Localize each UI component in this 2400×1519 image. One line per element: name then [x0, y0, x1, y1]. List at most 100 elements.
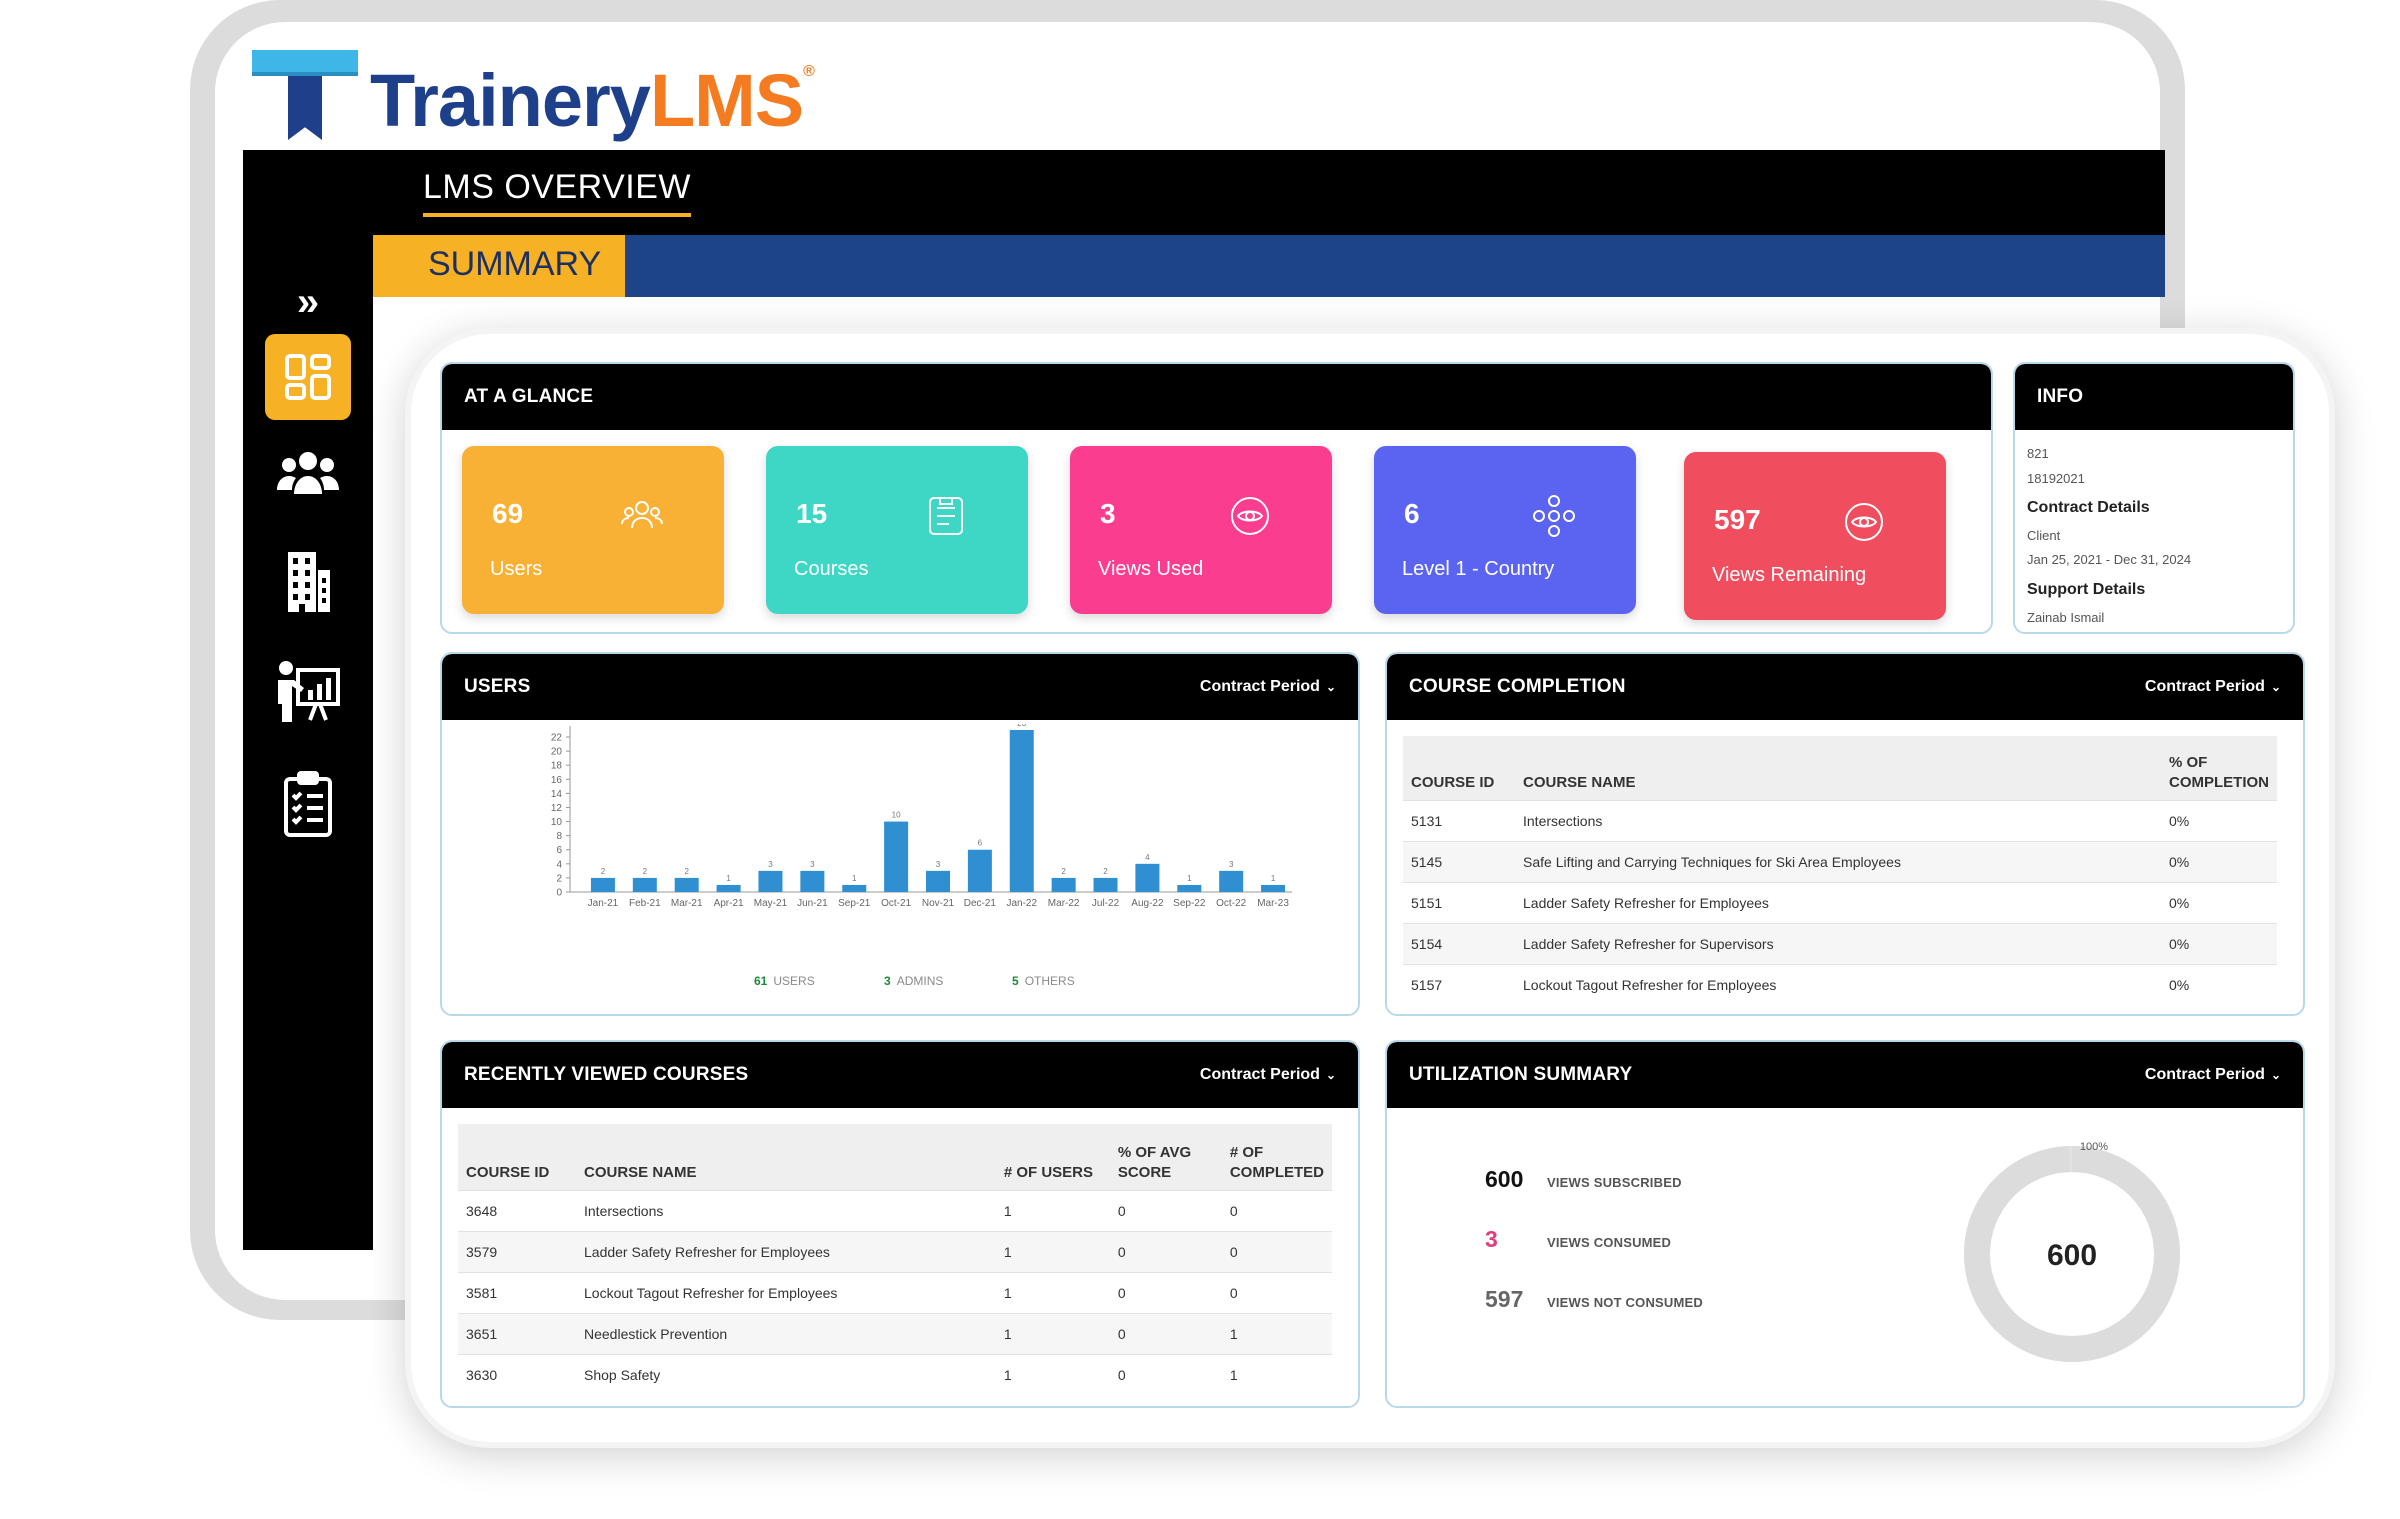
- bar: [632, 877, 657, 892]
- bar-data-label: 6: [978, 839, 983, 848]
- x-tick-label: Oct-21: [881, 898, 911, 909]
- dropdown-label: Contract Period: [1199, 678, 1320, 695]
- sidebar-item-dashboard[interactable]: [243, 334, 373, 420]
- presentation-icon: [278, 661, 340, 722]
- x-tick-label: Jun-21: [797, 898, 828, 909]
- bar-data-label: 2: [1103, 867, 1108, 876]
- cell-completion: 0%: [2161, 922, 2277, 964]
- bar-data-label: 1: [852, 874, 857, 883]
- table-row[interactable]: 5154 Ladder Safety Refresher for Supervis…: [1403, 922, 2277, 964]
- cell-completed: 1: [1221, 1353, 1332, 1395]
- util-label: VIEWS NOT CONSUMED: [1547, 1295, 1703, 1310]
- cell-course-id: 5131: [1403, 799, 1515, 841]
- dropdown-label: Contract Period: [2144, 678, 2265, 695]
- cell-completed: 0: [1221, 1230, 1332, 1272]
- stat-card-views-used[interactable]: 3 Views Used: [1070, 446, 1332, 614]
- column-header: # OF USERS: [995, 1124, 1110, 1190]
- stat-card-views-remaining[interactable]: 597 Views Remaining: [1684, 452, 1946, 620]
- info-title: INFO: [2037, 386, 2084, 407]
- table-row[interactable]: 5145 Safe Lifting and Carrying Techniques…: [1403, 840, 2277, 882]
- y-tick-label: 6: [556, 845, 562, 856]
- cell-users: 1: [995, 1353, 1110, 1395]
- brand-logo: TraineryLMS®: [250, 40, 815, 140]
- table-row[interactable]: 3648 Intersections 1 0 0: [458, 1189, 1332, 1231]
- stat-value: 15: [796, 498, 828, 529]
- brand-wordmark: TraineryLMS®: [370, 64, 815, 138]
- table-row[interactable]: 5151 Ladder Safety Refresher for Employee…: [1403, 881, 2277, 923]
- x-tick-label: Jan-22: [1006, 898, 1037, 909]
- x-tick-label: Aug-22: [1131, 898, 1164, 909]
- bar: [800, 870, 825, 892]
- cell-course-name: Lockout Tagout Refresher for Employees: [576, 1271, 996, 1313]
- cell-course-id: 3651: [458, 1312, 576, 1354]
- stat-card-users[interactable]: 69 Users: [462, 446, 724, 614]
- legend-admins: 3 ADMINS: [884, 974, 943, 988]
- contract-period-dropdown[interactable]: Contract Period ⌄: [2145, 678, 2281, 696]
- building-icon: [288, 552, 330, 612]
- chevron-down-icon: ⌄: [1325, 1068, 1336, 1082]
- cell-course-name: Intersections: [1515, 799, 2161, 841]
- bar: [967, 849, 992, 892]
- bar: [1261, 884, 1286, 892]
- contract-period-dropdown[interactable]: Contract Period ⌄: [1200, 1066, 1336, 1084]
- column-header: COURSE ID: [458, 1124, 576, 1190]
- stat-label: Users: [490, 558, 543, 580]
- util-label: VIEWS SUBSCRIBED: [1547, 1175, 1682, 1190]
- table-row[interactable]: 5131 Intersections 0%: [1403, 799, 2277, 841]
- brand-name-primary: Trainery: [370, 59, 651, 142]
- users-icon: [277, 452, 339, 494]
- cell-completion: 0%: [2161, 881, 2277, 923]
- x-tick-label: Jul-22: [1092, 898, 1120, 909]
- dropdown-label: Contract Period: [1199, 1066, 1320, 1083]
- sidebar-item-reports[interactable]: [243, 652, 373, 732]
- legend-value: 5: [1012, 974, 1019, 988]
- x-tick-label: Nov-21: [922, 898, 955, 909]
- cell-course-name: Intersections: [576, 1189, 996, 1231]
- sidebar-item-assessments[interactable]: [243, 764, 373, 844]
- recently-viewed-panel: RECENTLY VIEWED COURSES Contract Period ⌄…: [440, 1040, 1360, 1408]
- legend-label: ADMINS: [896, 974, 944, 988]
- course-completion-title: COURSE COMPLETION: [1409, 676, 1626, 697]
- table-row[interactable]: 3651 Needlestick Prevention 1 0 1: [458, 1312, 1332, 1354]
- cell-course-id: 5157: [1403, 963, 1515, 1005]
- chevron-down-icon: ⌄: [2270, 680, 2281, 694]
- table-row[interactable]: 3579 Ladder Safety Refresher for Employee…: [458, 1230, 1332, 1272]
- contract-details-heading: Contract Details: [2027, 499, 2150, 517]
- cell-users: 1: [995, 1189, 1110, 1231]
- stat-card-levels[interactable]: 6 Level 1 - Country: [1374, 446, 1636, 614]
- y-tick-label: 8: [556, 831, 562, 842]
- utilization-donut-chart: 600 100%: [1964, 1141, 2180, 1362]
- stat-card-courses[interactable]: 15 Courses: [766, 446, 1028, 614]
- x-tick-label: Sep-22: [1173, 898, 1206, 909]
- stat-label: Views Remaining: [1712, 564, 1867, 586]
- cell-completion: 0%: [2161, 799, 2277, 841]
- table-row[interactable]: 3630 Shop Safety 1 0 1: [458, 1353, 1332, 1395]
- x-tick-label: Feb-21: [629, 898, 661, 909]
- table-row[interactable]: 3581 Lockout Tagout Refresher for Employe…: [458, 1271, 1332, 1313]
- cell-completed: 0: [1221, 1271, 1332, 1313]
- bar-data-label: 3: [936, 860, 941, 869]
- cell-completed: 0: [1221, 1189, 1332, 1231]
- tab-summary[interactable]: SUMMARY: [373, 235, 625, 297]
- chevron-down-icon: ⌄: [2270, 1068, 2281, 1082]
- bar-data-label: 2: [643, 867, 648, 876]
- util-value: 3: [1485, 1226, 1498, 1252]
- cell-users: 1: [995, 1271, 1110, 1313]
- contract-period-dropdown[interactable]: Contract Period ⌄: [1200, 678, 1336, 696]
- sidebar-expand-button[interactable]: »: [243, 262, 373, 342]
- y-tick-label: 0: [556, 888, 562, 899]
- table-row[interactable]: 5157 Lockout Tagout Refresher for Employe…: [1403, 963, 2277, 1005]
- cell-course-id: 5154: [1403, 922, 1515, 964]
- bar: [884, 821, 909, 892]
- bar: [758, 870, 783, 892]
- sidebar-item-users[interactable]: [243, 432, 373, 512]
- sidebar-item-organization[interactable]: [243, 542, 373, 622]
- x-tick-label: Oct-22: [1216, 898, 1246, 909]
- cell-course-id: 3630: [458, 1353, 576, 1395]
- contract-period-dropdown[interactable]: Contract Period ⌄: [2145, 1066, 2281, 1084]
- cell-course-id: 3648: [458, 1189, 576, 1231]
- y-tick-label: 20: [551, 747, 563, 758]
- contract-dates: Jan 25, 2021 - Dec 31, 2024: [2027, 552, 2192, 568]
- chevron-down-icon: ⌄: [1325, 680, 1336, 694]
- hierarchy-icon: [1533, 495, 1575, 537]
